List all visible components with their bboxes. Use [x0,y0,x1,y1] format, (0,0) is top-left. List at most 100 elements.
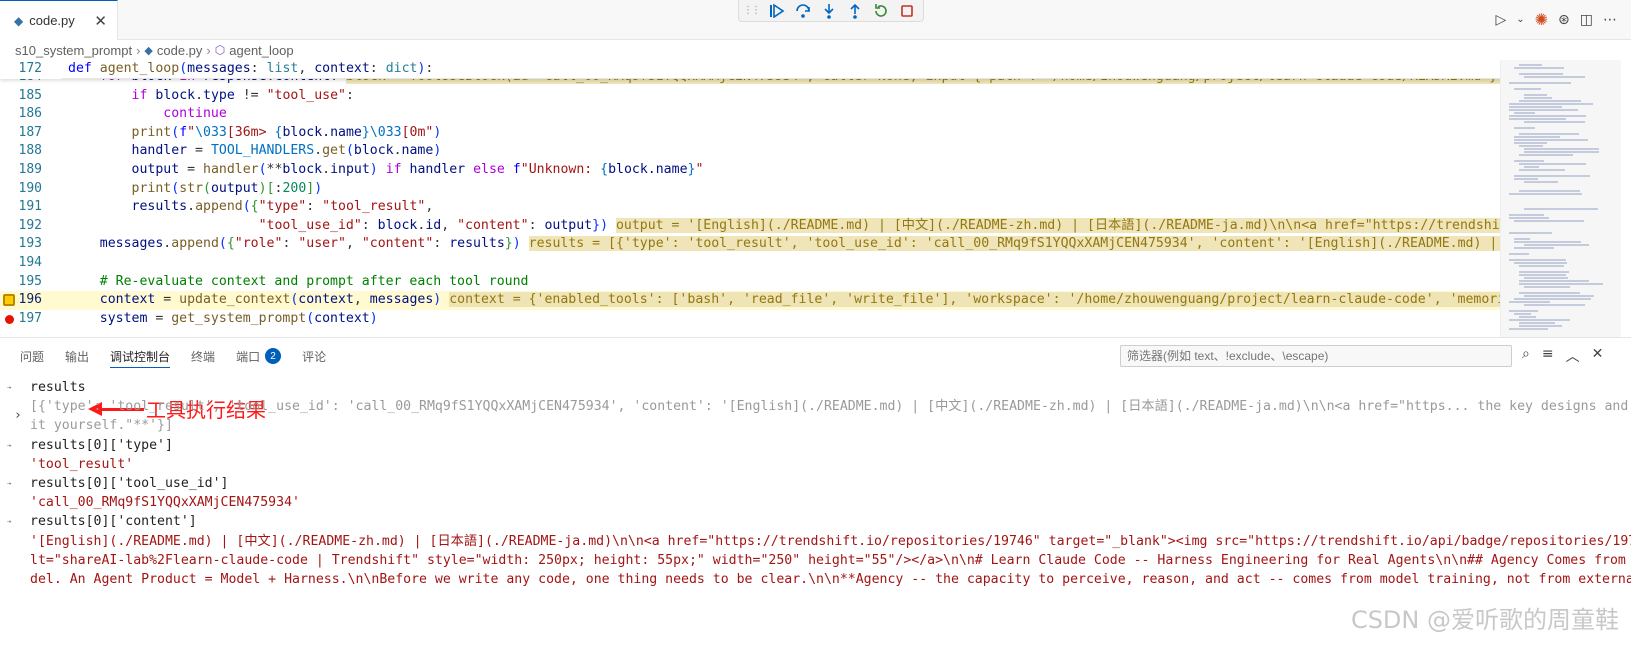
minimap-line [1509,214,1544,216]
code-line[interactable]: 186 continue [0,105,1500,124]
chevron-up-icon[interactable]: ︿ [1566,346,1580,366]
code-line[interactable]: 191 results.append({"type": "tool_result… [0,198,1500,217]
tab-comments[interactable]: 评论 [302,338,326,374]
code-line[interactable]: 196 context = update_context(context, me… [0,291,1500,310]
close-icon[interactable]: ✕ [1592,346,1604,366]
bottom-panel: 问题 输出 调试控制台 终端 端口 2 评论 筛选器(例如 text、!exclude、\e… [0,337,1631,590]
minimap-line [1519,100,1582,102]
code-text: system = get_system_prompt(context) [99,310,378,326]
chevron-right-icon: › [136,42,141,58]
code-text: continue [163,106,227,122]
console-output-line[interactable]: › [{'type': 'tool_result', 'tool_use_id':… [0,397,1631,423]
input-arrow-icon: ➔ [6,440,12,450]
code-line[interactable]: 189 output = handler(**block.input) if h… [0,161,1500,180]
console-input-line: ➔ results[0]['type'] [0,436,1631,455]
tab-debug-console[interactable]: 调试控制台 [110,338,171,374]
gutter[interactable]: 194 [0,254,62,273]
continue-icon[interactable] [769,2,785,20]
code-line[interactable]: 185 if block.type != "tool_use": [0,87,1500,106]
minimap[interactable] [1500,60,1631,337]
breadcrumb-symbol[interactable]: agent_loop [229,43,293,58]
code-line[interactable]: 188 handler = TOOL_HANDLERS.get(block.na… [0,142,1500,161]
minimap-line [1509,82,1572,84]
console-input-line: ➔ results[0]['content'] [0,512,1631,531]
breadcrumb-file[interactable]: code.py [157,43,203,58]
minimap-line [1519,292,1580,294]
minimap-line [1509,232,1553,234]
code-line[interactable]: 190 print(str(output)[:200]) [0,180,1500,199]
console-text: results[0]['type'] [30,437,173,453]
split-editor-icon[interactable]: ◫ [1580,12,1593,28]
tab-output[interactable]: 输出 [65,338,89,374]
gutter[interactable]: 185 [0,87,62,106]
breakpoint-icon[interactable] [5,314,14,324]
gutter[interactable]: 196 [0,291,62,310]
tab-code-py[interactable]: ◆ code.py ✕ [0,0,118,40]
current-breakpoint-icon[interactable] [3,294,15,307]
gutter[interactable]: 172 [0,60,62,79]
gutter[interactable]: 187 [0,124,62,143]
line-number: 194 [18,255,42,270]
run-icon[interactable]: ▷ [1495,12,1506,28]
gutter[interactable]: 197 [0,310,62,329]
tab-ports[interactable]: 端口 2 [236,338,282,374]
gutter[interactable]: 191 [0,198,62,217]
minimap-line [1524,97,1553,99]
gutter[interactable]: 195 [0,273,62,292]
console-text: results[0]['content'] [30,514,197,530]
filter-input[interactable]: 筛选器(例如 text、!exclude、\escape) [1120,345,1512,367]
gutter[interactable]: 189 [0,161,62,180]
code-line[interactable]: 193 messages.append({"role": "user", "co… [0,235,1500,254]
code-line[interactable]: 187 print(f"\033[36m> {block.name}\033[0… [0,124,1500,143]
code-line[interactable]: 172 def agent_loop(messages: list, contex… [0,60,1500,79]
minimap-line [1514,220,1585,222]
gutter[interactable]: 190 [0,180,62,199]
console-output-line: '[English](./README.md) | [中文](./README-… [0,532,1631,551]
code-line[interactable]: 195 # Re-evaluate context and prompt aft… [0,273,1500,292]
claude-spark-icon[interactable]: ✺ [1535,10,1548,29]
python-file-icon: ◆ [14,13,24,28]
openai-icon[interactable]: ⊛ [1558,12,1570,28]
code-text: results.append({"type": "tool_result", [131,199,434,215]
minimap-line [1524,76,1586,78]
grip-icon[interactable]: ⋮⋮ [743,5,761,16]
gutter[interactable]: 192 [0,217,62,236]
close-icon[interactable]: ✕ [94,12,107,30]
breadcrumb-folder[interactable]: s10_system_prompt [15,43,132,58]
search-icon[interactable]: ⌕ [1522,346,1530,366]
code-line[interactable]: 192 "tool_use_id": block.id, "content": … [0,217,1500,236]
code-line[interactable]: 197 system = get_system_prompt(context) [0,310,1500,329]
debug-toolbar: ⋮⋮ [738,0,924,22]
minimap-line [1514,241,1581,243]
panel-tab-label: 调试控制台 [110,349,171,364]
code-text: if block.type != "tool_use": [131,87,354,103]
clear-console-icon[interactable]: ≡ [1542,346,1554,366]
gutter[interactable]: 193 [0,235,62,254]
code-line[interactable]: 194 [0,254,1500,273]
step-over-icon[interactable] [795,2,811,20]
debug-console[interactable]: 工具执行结果 ➔ results › [{'type': 'tool_result',… [0,374,1631,591]
minimap-line [1524,181,1558,183]
line-number: 189 [18,162,42,177]
minimap-line [1519,163,1586,165]
minimap-line [1524,148,1600,150]
gutter[interactable]: 188 [0,142,62,161]
restart-icon[interactable] [873,2,889,20]
minimap-line [1524,286,1570,288]
count-badge: 2 [265,348,282,364]
step-out-icon[interactable] [847,2,863,20]
minimap-line [1514,112,1535,114]
minimap-line [1519,322,1556,324]
tab-problems[interactable]: 问题 [20,338,44,374]
code-editor[interactable]: 184 for block in response.content: block… [0,60,1500,337]
tab-terminal[interactable]: 终端 [191,338,215,374]
code-text: print(str(output)[:200]) [131,180,323,196]
gutter[interactable]: 186 [0,105,62,124]
chevron-down-icon[interactable]: ⌄ [1516,14,1524,25]
minimap-line [1509,106,1563,108]
minimap-line [1514,313,1531,315]
python-file-icon: ◆ [144,44,153,57]
stop-icon[interactable] [899,2,915,20]
step-into-icon[interactable] [821,2,837,20]
more-actions-icon[interactable]: ⋯ [1603,12,1617,28]
